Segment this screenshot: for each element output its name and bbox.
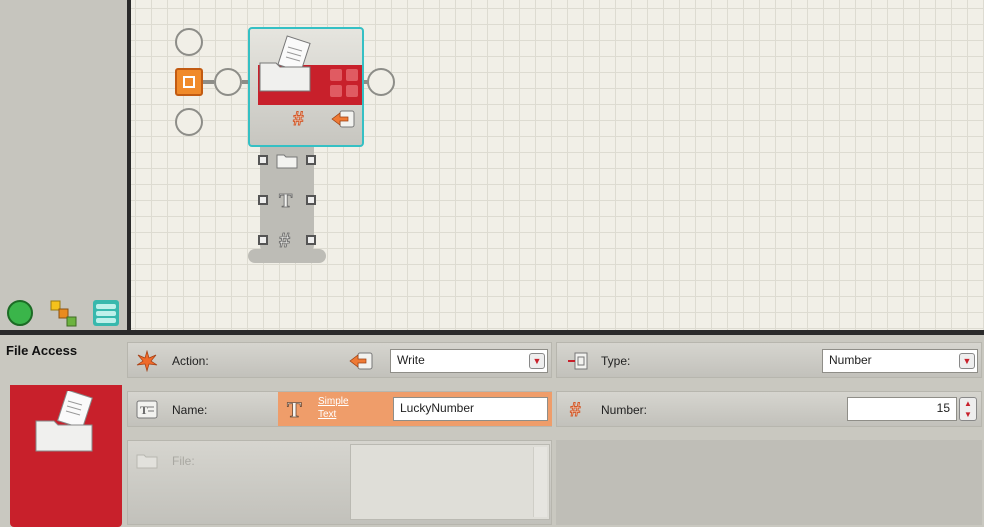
- type-value: Number: [829, 353, 872, 367]
- beam-ring-left: [214, 68, 242, 96]
- file-access-icon: [259, 35, 311, 92]
- blocks-icon: [50, 300, 77, 327]
- left-strip: [0, 0, 127, 330]
- input-plug[interactable]: [258, 155, 268, 165]
- output-plug[interactable]: [306, 235, 316, 245]
- input-plug[interactable]: [258, 195, 268, 205]
- output-plug[interactable]: [306, 155, 316, 165]
- name-label: Name:: [172, 403, 208, 417]
- name-input[interactable]: LuckyNumber: [393, 397, 548, 421]
- folder-icon: [276, 154, 298, 169]
- simple-text-link[interactable]: Simple Text: [318, 395, 349, 421]
- type-label: Type:: [601, 354, 631, 368]
- write-icon: [349, 352, 373, 370]
- text-field-icon: T: [136, 400, 158, 419]
- action-value: Write: [397, 353, 425, 367]
- empty-config-area: [556, 440, 982, 525]
- type-row: Type: Number ▼: [556, 342, 982, 378]
- simple-text-line2: Text: [318, 409, 337, 420]
- beam-ring-bottom: [175, 108, 203, 136]
- write-icon: [331, 110, 355, 128]
- action-dropdown[interactable]: Write ▼: [390, 349, 548, 373]
- number-row: # Number: 15 ▲ ▼: [556, 391, 982, 427]
- common-palette-tab[interactable]: [5, 298, 35, 328]
- block-icon-tile: [10, 385, 122, 527]
- beam-ring-right: [367, 68, 395, 96]
- svg-text:T: T: [287, 397, 302, 421]
- block-title: File Access: [6, 343, 78, 358]
- type-dropdown[interactable]: Number ▼: [822, 349, 978, 373]
- svg-text:#: #: [293, 109, 304, 129]
- file-list-scrollbar[interactable]: [533, 447, 547, 517]
- action-label: Action:: [172, 354, 209, 368]
- name-input-group: T Simple Text LuckyNumber: [278, 392, 552, 426]
- number-stepper[interactable]: ▲ ▼: [959, 397, 977, 421]
- number-icon: #: [570, 400, 582, 420]
- number-label: Number:: [601, 403, 648, 417]
- action-star-icon: [136, 350, 158, 372]
- file-access-block[interactable]: #: [248, 27, 364, 147]
- svg-text:#: #: [570, 400, 581, 420]
- stacked-bars-icon: [93, 300, 119, 326]
- beam-segment: [364, 80, 369, 84]
- file-access-icon: [35, 391, 93, 452]
- simple-text-line1: Simple: [318, 396, 349, 407]
- stepper-up-icon[interactable]: ▲: [960, 398, 976, 409]
- programming-canvas[interactable]: T # #: [131, 0, 984, 330]
- name-row: T Name: T Simple Text LuckyNumber: [127, 391, 552, 427]
- number-icon: #: [293, 109, 305, 129]
- custom-palette-tab[interactable]: [91, 298, 121, 328]
- chevron-down-icon[interactable]: ▼: [529, 353, 545, 369]
- svg-text:T: T: [279, 190, 293, 211]
- file-label: File:: [172, 454, 195, 468]
- complete-palette-tab[interactable]: [48, 298, 78, 328]
- folder-icon: [136, 454, 158, 469]
- config-panel: File Access Action: Write ▼ Type: Number…: [0, 335, 984, 527]
- chevron-down-icon[interactable]: ▼: [959, 353, 975, 369]
- beam-ring-top: [175, 28, 203, 56]
- input-plug[interactable]: [258, 235, 268, 245]
- type-plug-icon: [568, 352, 588, 370]
- file-list[interactable]: [350, 444, 550, 520]
- data-hub[interactable]: T #: [248, 145, 326, 265]
- svg-text:#: #: [279, 230, 290, 251]
- start-point-icon[interactable]: [175, 68, 203, 96]
- action-row: Action: Write ▼: [127, 342, 552, 378]
- output-plug[interactable]: [306, 195, 316, 205]
- number-icon: #: [279, 230, 291, 251]
- green-circle-icon: [7, 300, 33, 326]
- beam-segment: [203, 80, 214, 84]
- text-icon: T: [287, 397, 303, 421]
- file-row: File:: [127, 440, 552, 525]
- number-input[interactable]: 15: [847, 397, 957, 421]
- svg-text:T: T: [140, 403, 148, 417]
- stepper-down-icon[interactable]: ▼: [960, 409, 976, 420]
- text-icon: T: [279, 190, 294, 211]
